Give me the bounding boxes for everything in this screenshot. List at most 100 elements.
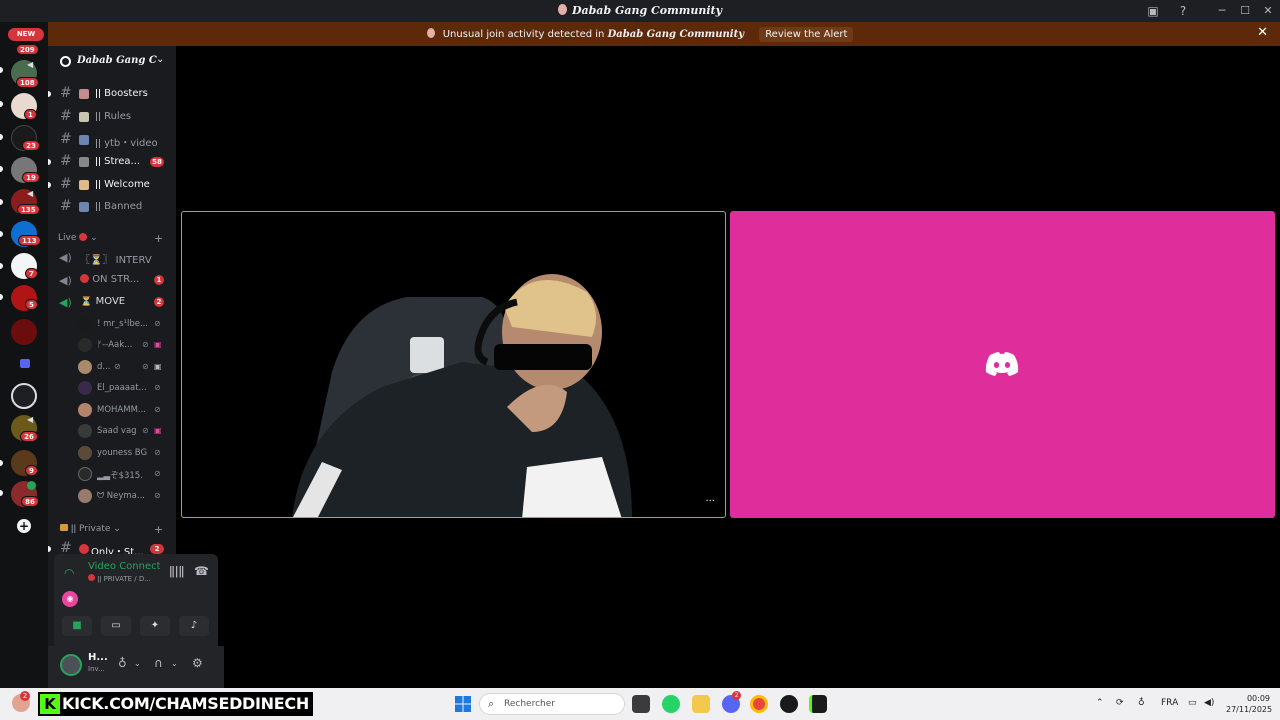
- voice-channel-on-stream[interactable]: ◀) ON STR... 1: [48, 270, 176, 290]
- server-badge: 135: [17, 204, 40, 215]
- sync-icon[interactable]: ⟳: [1116, 698, 1124, 708]
- soundboard-button[interactable]: ♪: [179, 616, 209, 636]
- voice-user[interactable]: ᚠ--Aak... ⊘ ▣: [76, 335, 176, 355]
- title-bar: Dabab Gang Community ▣ ? ─ ☐ ✕: [0, 0, 1280, 22]
- network-icon[interactable]: ▭: [1188, 698, 1197, 708]
- voice-channel-label: 〖⏳〗 INTERVI...: [80, 255, 152, 266]
- add-server-icon[interactable]: +: [17, 519, 31, 533]
- screen-share-button[interactable]: ▭: [101, 616, 131, 636]
- unread-pill: [0, 294, 3, 300]
- activities-button[interactable]: ✦: [140, 616, 170, 636]
- username[interactable]: H...: [88, 652, 108, 663]
- chevron-down-icon[interactable]: ⌄: [134, 659, 141, 668]
- add-channel-icon[interactable]: +: [154, 232, 163, 245]
- channel-boosters[interactable]: # ǀǀ Boosters: [48, 84, 176, 104]
- more-options-icon[interactable]: ···: [705, 496, 715, 507]
- channel-emoji-icon: [79, 89, 89, 99]
- category-private[interactable]: ǀǀ Private ⌄ +: [60, 523, 163, 536]
- microphone-tray-icon[interactable]: ♁: [1138, 698, 1145, 708]
- chevron-down-icon[interactable]: ⌄: [171, 659, 178, 668]
- close-alert-icon[interactable]: ✕: [1257, 25, 1268, 40]
- settings-gear-icon[interactable]: ⚙: [192, 656, 203, 670]
- video-tile-streamer[interactable]: ···: [181, 211, 726, 518]
- channel-emoji-icon: [79, 135, 89, 145]
- volume-icon[interactable]: ◀): [1204, 698, 1214, 708]
- chevron-down-icon: ⌄: [113, 524, 121, 534]
- file-explorer-icon[interactable]: [692, 695, 710, 713]
- deafened-icon: ⊘: [154, 319, 161, 328]
- mention-badge: 58: [150, 157, 164, 167]
- system-clock[interactable]: 00:09 27/11/2025: [1226, 693, 1272, 715]
- avatar: [78, 381, 92, 395]
- windows-start-icon[interactable]: [455, 696, 471, 712]
- microphone-icon[interactable]: ♁: [118, 656, 127, 670]
- close-icon[interactable]: ✕: [1257, 2, 1279, 20]
- inbox-icon[interactable]: ▣: [1145, 3, 1161, 19]
- noise-suppression-icon[interactable]: ǁǀǁ: [169, 564, 184, 578]
- channel-rules[interactable]: # ǀǀ Rules: [48, 107, 176, 127]
- whatsapp-icon[interactable]: [662, 695, 680, 713]
- voice-user[interactable]: ▂▃ぞ$315... ⊘: [76, 464, 176, 484]
- guild-name: Dabab Gang Community: [77, 55, 157, 66]
- unread-pill: [0, 490, 3, 496]
- unread-pill: [0, 263, 3, 269]
- video-tile-discord-user[interactable]: [730, 211, 1275, 518]
- camera-button[interactable]: ■: [62, 616, 92, 636]
- voice-user[interactable]: d... ⊘ ⊘ ▣: [76, 357, 176, 377]
- voice-user[interactable]: ᗢ Neyma... ⊘: [76, 486, 176, 506]
- user-status: Inv...: [88, 665, 105, 673]
- clock-time: 00:09: [1246, 694, 1270, 703]
- speaker-icon: ◀): [59, 274, 72, 287]
- minimize-icon[interactable]: ─: [1211, 2, 1233, 20]
- channel-ytb-videos[interactable]: # ǀǀ ytb・videos: [48, 130, 176, 150]
- voice-channel-move[interactable]: ◀) ⏳ MOVE 2: [48, 292, 176, 312]
- chevron-down-icon: ⌄: [156, 54, 165, 65]
- voice-user-name: ᗢ Neyma...: [97, 491, 145, 501]
- server-badge: 86: [21, 496, 39, 507]
- review-alert-button[interactable]: Review the Alert: [759, 27, 854, 42]
- media-app-icon[interactable]: [780, 695, 798, 713]
- chevron-down-icon: ⌄: [90, 233, 98, 243]
- avatar[interactable]: [60, 654, 82, 676]
- voice-user[interactable]: El_paaaat... ⊘: [76, 378, 176, 398]
- user-panel: H... Inv... ♁ ⌄ ∩ ⌄ ⚙: [48, 646, 224, 688]
- voice-channel-interview[interactable]: ◀) 〖⏳〗 INTERVI...: [48, 247, 176, 267]
- task-view-icon[interactable]: [632, 695, 650, 713]
- headphones-icon[interactable]: ∩: [154, 656, 163, 670]
- language-indicator[interactable]: FRA: [1161, 698, 1178, 708]
- guild-header[interactable]: Dabab Gang Community ⌄: [48, 46, 176, 78]
- voice-channel-path[interactable]: ǀǀ PRIVATE / D...: [88, 574, 151, 583]
- member-count-badge: 1: [154, 275, 164, 285]
- kick-logo-icon: K: [40, 694, 60, 714]
- maximize-icon[interactable]: ☐: [1234, 2, 1256, 20]
- voice-user-name: ▂▃ぞ$315...: [97, 471, 143, 481]
- help-icon[interactable]: ?: [1175, 3, 1191, 19]
- signal-icon[interactable]: ◠: [64, 566, 74, 580]
- discord-icon: [985, 352, 1019, 376]
- voice-status[interactable]: Video Connected: [88, 561, 160, 572]
- channel-welcome[interactable]: # ǀǀ Welcome: [48, 175, 176, 195]
- hash-icon: #: [60, 131, 72, 147]
- voice-user[interactable]: Saad vag ⊘ ▣: [76, 421, 176, 441]
- kick-app-icon[interactable]: [809, 695, 827, 713]
- channel-streams[interactable]: # ǀǀ Strea... 58: [48, 152, 176, 172]
- taskbar-search[interactable]: ⌕ Rechercher: [479, 693, 625, 715]
- show-hidden-icons[interactable]: ⌃: [1096, 698, 1104, 708]
- chrome-icon[interactable]: [750, 695, 768, 713]
- voice-user[interactable]: MOHAMM... ⊘: [76, 400, 176, 420]
- deafened-icon: ⊘: [154, 469, 161, 478]
- add-channel-icon[interactable]: +: [154, 523, 163, 536]
- discord-icon[interactable]: ◉: [62, 591, 78, 607]
- server-icon[interactable]: [11, 383, 37, 409]
- voice-user[interactable]: youness BG ⊘: [76, 443, 176, 463]
- server-icon[interactable]: [11, 319, 37, 345]
- voice-user[interactable]: ! mr_s¹lbe... ⊘: [76, 314, 176, 334]
- search-icon: ⌕: [488, 697, 495, 710]
- folder-icon[interactable]: [20, 359, 30, 368]
- voice-user-name: youness BG: [97, 448, 147, 458]
- category-live[interactable]: Live ⌄ +: [58, 232, 163, 245]
- channel-banned[interactable]: # ǀǀ Banned: [48, 197, 176, 217]
- disconnect-icon[interactable]: ☎: [194, 564, 209, 578]
- server-badge: 7: [25, 268, 38, 279]
- avatar: [78, 446, 92, 460]
